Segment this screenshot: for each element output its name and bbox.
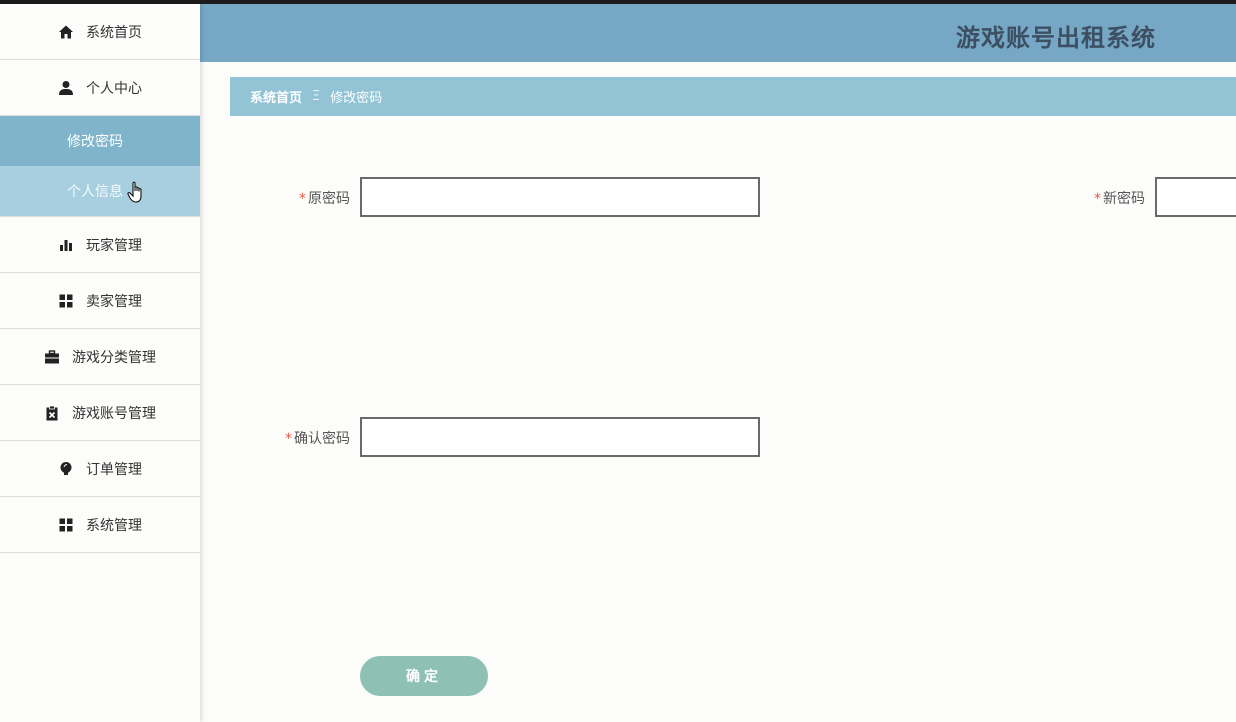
new-password-input[interactable]: [1155, 177, 1236, 217]
sidebar-item-label: 卖家管理: [86, 293, 142, 310]
required-mark: *: [285, 431, 292, 447]
sidebar-item-label: 系统管理: [86, 517, 142, 534]
sidebar-item-player-management[interactable]: 玩家管理: [0, 217, 200, 273]
sidebar-item-label: 玩家管理: [86, 237, 142, 254]
sidebar-subitem-change-password[interactable]: 修改密码: [0, 116, 200, 166]
old-password-label: * 原密码: [299, 191, 350, 207]
sidebar-item-label: 游戏账号管理: [72, 405, 156, 422]
hand-pointer-icon: [127, 181, 147, 209]
sidebar-subitem-label: 修改密码: [67, 134, 123, 150]
user-icon: [58, 80, 74, 96]
sidebar-item-game-category-management[interactable]: 游戏分类管理: [0, 329, 200, 385]
sidebar-item-label: 系统首页: [86, 24, 142, 41]
sidebar-item-order-management[interactable]: 订单管理: [0, 441, 200, 497]
new-password-label: * 新密码: [1094, 191, 1145, 207]
sidebar-item-seller-management[interactable]: 卖家管理: [0, 273, 200, 329]
app-header: 游戏账号出租系统: [200, 4, 1236, 62]
old-password-input[interactable]: [360, 177, 760, 217]
breadcrumb-home-link[interactable]: 系统首页: [250, 87, 302, 106]
briefcase-icon: [44, 349, 60, 365]
sidebar-item-home[interactable]: 系统首页: [0, 4, 200, 60]
required-mark: *: [1094, 191, 1101, 207]
sidebar-item-label: 订单管理: [86, 461, 142, 478]
confirm-button[interactable]: 确定: [360, 656, 488, 696]
home-icon: [58, 24, 74, 40]
bar-chart-icon: [58, 237, 74, 253]
sidebar-item-game-account-management[interactable]: 游戏账号管理: [0, 385, 200, 441]
confirm-password-input[interactable]: [360, 417, 760, 457]
sidebar: 系统首页 个人中心 修改密码 个人信息 玩家管理 卖家管理 游戏分类管理 游戏账…: [0, 4, 200, 722]
grid-icon: [58, 293, 74, 309]
breadcrumb-current: 修改密码: [330, 91, 383, 106]
breadcrumb-separator: Ξ: [312, 89, 321, 104]
sidebar-item-personal-center[interactable]: 个人中心: [0, 60, 200, 116]
lightbulb-icon: [58, 461, 74, 477]
sidebar-subitem-label: 个人信息: [67, 184, 123, 200]
required-mark: *: [299, 191, 306, 207]
sidebar-subitem-personal-info[interactable]: 个人信息: [0, 166, 200, 217]
grid-icon: [58, 517, 74, 533]
sidebar-item-label: 个人中心: [86, 80, 142, 97]
app-title: 游戏账号出租系统: [956, 24, 1156, 52]
sidebar-item-system-management[interactable]: 系统管理: [0, 497, 200, 553]
confirm-password-label: * 确认密码: [285, 431, 350, 447]
clipboard-icon: [44, 405, 60, 421]
sidebar-item-label: 游戏分类管理: [72, 349, 156, 366]
breadcrumb: 系统首页 Ξ 修改密码: [230, 77, 1236, 116]
